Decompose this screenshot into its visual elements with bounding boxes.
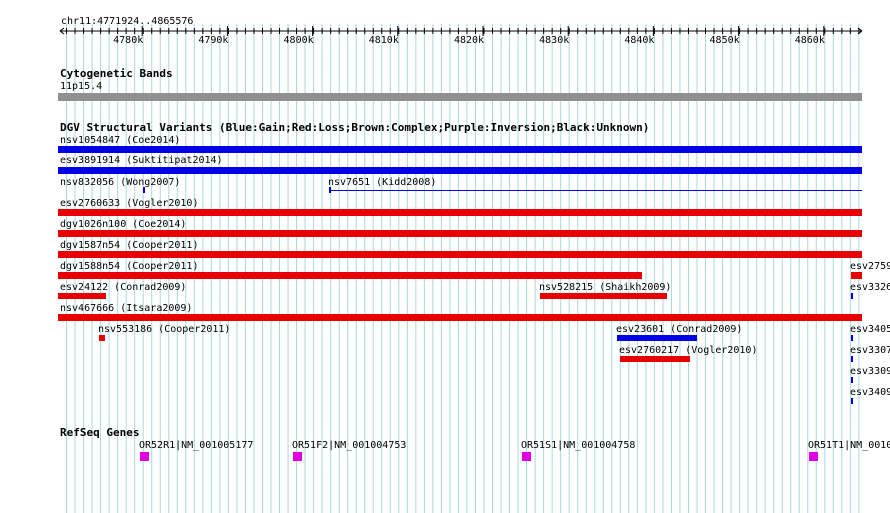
variant-label: esv2760217 (Vogler2010) — [619, 345, 758, 356]
variant-start-nsv7651 — [329, 187, 331, 193]
variant-label: nsv1054847 (Coe2014) — [60, 135, 181, 146]
gene-feature-or51s1[interactable] — [522, 452, 531, 461]
ruler-tick-label: 4860k — [794, 35, 825, 46]
variant-bar-nsv553186[interactable] — [99, 335, 105, 341]
variant-bar-esv3891914[interactable] — [58, 167, 862, 174]
variant-bar-esv2759[interactable] — [851, 272, 862, 279]
variant-label: nsv7651 (Kidd2008) — [328, 177, 437, 188]
variant-label: dgv1026n100 (Coe2014) — [60, 219, 187, 230]
ruler-tick-label: 4850k — [709, 35, 740, 46]
variant-bar-nsv832056[interactable] — [143, 187, 145, 193]
variant-bar-dgv1026n100[interactable] — [58, 230, 862, 237]
ruler-tick-label: 4840k — [624, 35, 655, 46]
variant-bar-esv3309[interactable] — [851, 377, 853, 383]
variant-label: esv2760633 (Vogler2010) — [60, 198, 199, 209]
variant-bar-esv3307[interactable] — [851, 356, 853, 362]
variant-label: nsv528215 (Shaikh2009) — [539, 282, 672, 293]
gene-label: OR51T1|NM_001004759 — [808, 440, 890, 451]
variant-bar-dgv1587n54[interactable] — [58, 251, 862, 258]
cytoband-bar[interactable] — [58, 93, 862, 101]
variant-label: esv3326 — [850, 282, 890, 293]
variant-label: nsv832056 (Wong2007) — [60, 177, 181, 188]
ruler-tick-label: 4800k — [283, 35, 314, 46]
variant-bar-esv3326[interactable] — [851, 293, 853, 299]
variant-bar-nsv528215[interactable] — [540, 293, 667, 299]
variant-bar-esv2760217[interactable] — [620, 356, 690, 362]
variant-label: nsv553186 (Cooper2011) — [98, 324, 231, 335]
gene-label: OR51S1|NM_001004758 — [521, 440, 636, 451]
variant-bar-esv2760633[interactable] — [58, 209, 862, 216]
variant-label: esv3307 — [850, 345, 890, 356]
gene-feature-or51t1[interactable] — [809, 452, 818, 461]
coordinate-readout: chr11:4771924..4865576 — [61, 16, 194, 27]
variant-label: esv3409 — [850, 387, 890, 398]
variant-label: esv2759 — [850, 261, 890, 272]
ruler-tick-label: 4790k — [198, 35, 229, 46]
cytoband-label: 11p15.4 — [60, 81, 103, 92]
gene-feature-or51f2[interactable] — [293, 452, 302, 461]
variant-bar-nsv467666[interactable] — [58, 314, 862, 321]
ruler-tick-label: 4780k — [113, 35, 144, 46]
ruler-tick-label: 4820k — [453, 35, 485, 46]
variant-label: esv23601 (Conrad2009) — [616, 324, 743, 335]
variant-bar-esv3409[interactable] — [851, 398, 853, 404]
variant-label: esv3891914 (Suktitipat2014) — [60, 155, 223, 166]
track-title-refseq[interactable]: RefSeq Genes — [60, 427, 139, 439]
variant-bar-nsv1054847[interactable] — [58, 146, 862, 153]
variant-bar-nsv7651[interactable] — [329, 190, 862, 191]
variant-label: nsv467666 (Itsara2009) — [60, 303, 193, 314]
ruler-tick-label: 4810k — [368, 35, 399, 46]
variant-label: dgv1588n54 (Cooper2011) — [60, 261, 199, 272]
track-title-cytoband[interactable]: Cytogenetic Bands — [60, 68, 173, 80]
variant-bar-dgv1588n54[interactable] — [58, 272, 642, 279]
gene-label: OR51F2|NM_001004753 — [292, 440, 407, 451]
variant-bar-esv23601[interactable] — [617, 335, 697, 341]
variant-bar-esv3405[interactable] — [851, 335, 853, 341]
gene-label: OR52R1|NM_001005177 — [139, 440, 254, 451]
variant-label: esv3309 — [850, 366, 890, 377]
gene-feature-or52r1[interactable] — [140, 452, 149, 461]
variant-label: esv3405 — [850, 324, 890, 335]
track-title-dgv[interactable]: DGV Structural Variants (Blue:Gain;Red:L… — [60, 122, 649, 134]
variant-bar-esv24122[interactable] — [58, 293, 106, 299]
variant-label: esv24122 (Conrad2009) — [60, 282, 187, 293]
variant-label: dgv1587n54 (Cooper2011) — [60, 240, 199, 251]
ruler-tick-label: 4830k — [539, 35, 570, 46]
